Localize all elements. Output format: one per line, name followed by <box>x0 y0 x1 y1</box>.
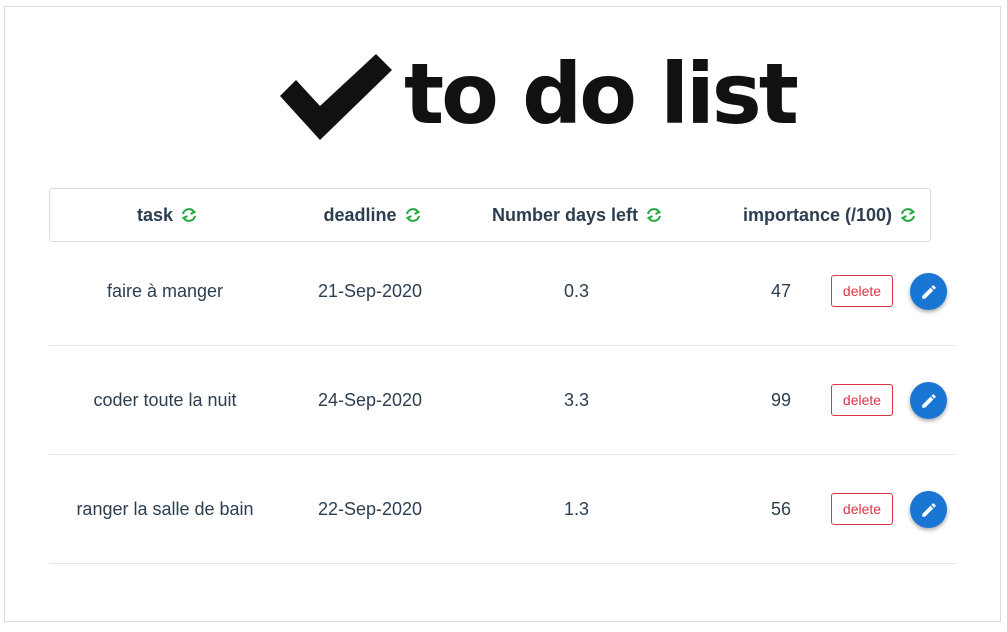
column-header-days-left: Number days left <box>460 189 695 241</box>
logo-text: to do list <box>404 45 799 143</box>
column-header-label: task <box>136 204 174 225</box>
importance-cell: 56 <box>770 498 792 519</box>
delete-button[interactable]: delete <box>831 493 893 525</box>
days-left-cell: 1.3 <box>563 498 590 519</box>
edit-button[interactable] <box>910 273 947 310</box>
logo: to do list <box>280 45 799 148</box>
column-header-deadline: deadline <box>285 189 460 241</box>
deadline-cell: 24-Sep-2020 <box>317 389 423 410</box>
deadline-cell: 22-Sep-2020 <box>317 498 423 519</box>
column-header-label: importance (/100) <box>742 204 893 225</box>
pencil-icon <box>921 284 936 299</box>
pencil-icon <box>921 502 936 517</box>
days-left-cell: 0.3 <box>563 280 590 301</box>
sort-refresh-icon[interactable] <box>899 207 917 223</box>
delete-button[interactable]: delete <box>831 275 893 307</box>
pencil-icon <box>921 393 936 408</box>
edit-button[interactable] <box>910 382 947 419</box>
sort-refresh-icon[interactable] <box>645 207 663 223</box>
importance-cell: 99 <box>770 389 792 410</box>
sort-refresh-icon[interactable] <box>404 207 422 223</box>
deadline-cell: 21-Sep-2020 <box>317 280 423 301</box>
checkmark-icon <box>280 54 392 140</box>
importance-cell: 47 <box>770 280 792 301</box>
column-header-label: deadline <box>323 204 397 225</box>
column-header-importance: importance (/100) <box>730 189 930 241</box>
task-cell: coder toute la nuit <box>93 389 237 410</box>
table-row: faire à manger 21-Sep-2020 0.3 47 delete <box>49 237 956 346</box>
column-header-task: task <box>50 189 285 241</box>
task-cell: ranger la salle de bain <box>76 498 254 519</box>
sort-refresh-icon[interactable] <box>180 207 198 223</box>
edit-button[interactable] <box>910 491 947 528</box>
delete-button[interactable]: delete <box>831 384 893 416</box>
task-cell: faire à manger <box>106 280 224 301</box>
days-left-cell: 3.3 <box>563 389 590 410</box>
table-row: ranger la salle de bain 22-Sep-2020 1.3 … <box>49 455 956 564</box>
column-header-label: Number days left <box>491 204 639 225</box>
table-row: coder toute la nuit 24-Sep-2020 3.3 99 d… <box>49 346 956 455</box>
table-header: task deadline Number days left importanc… <box>49 188 931 242</box>
